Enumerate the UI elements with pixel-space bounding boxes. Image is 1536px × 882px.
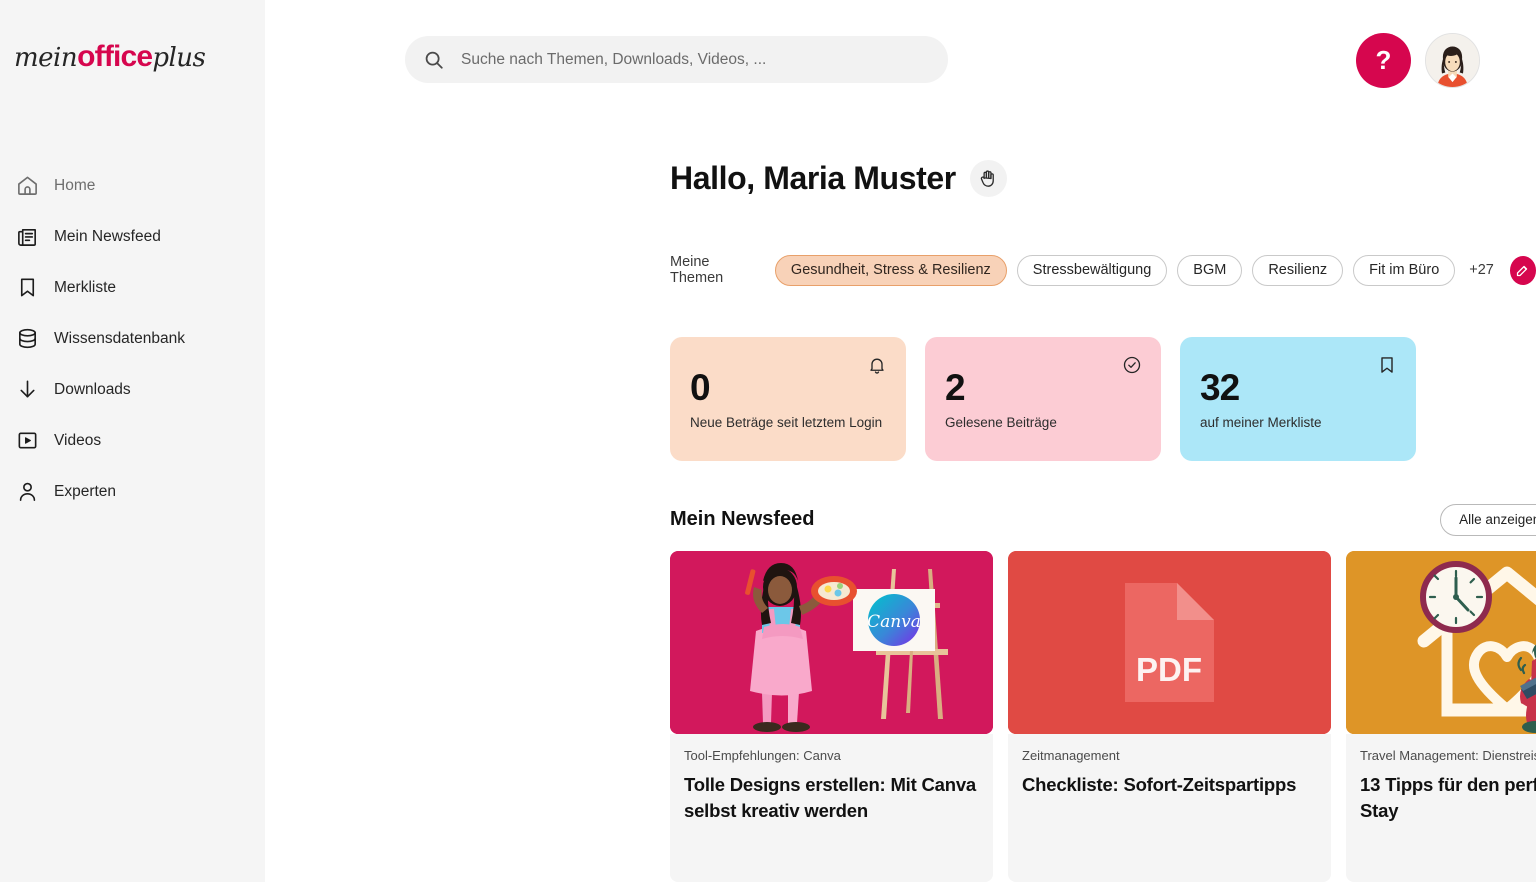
search-input[interactable]: [461, 50, 930, 69]
topic-chip-fit-im-buero[interactable]: Fit im Büro: [1353, 254, 1456, 286]
search-icon: [423, 49, 445, 71]
topics-more-count[interactable]: +27: [1469, 262, 1494, 278]
logo-part-office: office: [77, 40, 153, 73]
sidebar-item-downloads[interactable]: Downloads: [0, 364, 265, 415]
sidebar-nav: Home Mein Newsfeed Merkliste Wissensdate…: [0, 160, 265, 517]
stat-caption: Neue Beträge seit letztem Login: [690, 415, 883, 430]
stat-cards: 0 Neue Beträge seit letztem Login 2 Gele…: [670, 337, 1416, 461]
topic-chip-stressbewaeltigung[interactable]: Stressbewältigung: [1016, 254, 1168, 286]
top-bar: ?: [265, 0, 1536, 118]
newspaper-icon: [14, 224, 40, 250]
svg-text:PDF: PDF: [1136, 651, 1202, 688]
newsfeed-card-title: Checkliste: Sofort-Zeitspartipps: [1022, 774, 1297, 795]
waving-hand-icon: [969, 160, 1007, 197]
sidebar: meinofficeplus Home Mein Newsfeed Merkli: [0, 0, 265, 882]
avatar-illustration: [1426, 34, 1479, 87]
greeting: Hallo, Maria Muster: [670, 160, 1007, 197]
stat-card-gelesene-beitraege[interactable]: 2 Gelesene Beiträge: [925, 337, 1161, 461]
search-bar[interactable]: [405, 36, 948, 83]
topic-chip-bgm[interactable]: BGM: [1177, 254, 1243, 286]
show-all-button[interactable]: Alle anzeigen (61): [1440, 503, 1536, 536]
sidebar-item-label: Downloads: [54, 380, 131, 398]
newsfeed-card-title: Tolle Designs erstellen: Mit Canva selbs…: [684, 774, 977, 822]
avatar[interactable]: [1425, 33, 1480, 88]
logo-part-mein: mein: [14, 43, 78, 73]
stat-caption: auf meiner Merkliste: [1200, 415, 1322, 430]
page-title: Hallo, Maria Muster: [670, 160, 956, 196]
bookmark-icon: [1377, 355, 1398, 376]
stat-number: 0: [690, 367, 711, 408]
topics-row: Meine Themen Gesundheit, Stress & Resili…: [670, 254, 1536, 286]
newsfeed-card-canva[interactable]: Canva Tool-Empfehlungen: Canva Tolle Des…: [670, 551, 993, 882]
newsfeed-card-travel[interactable]: Travel Management: Dienstreisen 13 Tipps…: [1346, 551, 1536, 882]
sidebar-item-wissensdatenbank[interactable]: Wissensdatenbank: [0, 313, 265, 364]
sidebar-item-label: Merkliste: [54, 278, 117, 296]
check-circle-icon: [1122, 355, 1143, 376]
topics-label: Meine Themen: [670, 254, 724, 286]
stat-caption: Gelesene Beiträge: [945, 415, 1057, 430]
logo-part-plus: plus: [152, 43, 206, 73]
newsfeed-actions: Alle anzeigen (61): [1440, 502, 1536, 537]
bell-icon: [867, 355, 888, 376]
pdf-document-icon: PDF: [1008, 551, 1331, 734]
home-icon: [14, 173, 40, 199]
newsfeed-card-category: Zeitmanagement: [1022, 748, 1120, 763]
stat-card-merkliste[interactable]: 32 auf meiner Merkliste: [1180, 337, 1416, 461]
sidebar-item-label: Home: [54, 176, 96, 194]
sidebar-item-label: Mein Newsfeed: [54, 227, 161, 245]
app-root: meinofficeplus Home Mein Newsfeed Merkli: [0, 0, 1536, 882]
help-button[interactable]: ?: [1356, 33, 1411, 88]
database-icon: [14, 326, 40, 352]
main-content: ? Hallo, Maria Muster: [265, 0, 1536, 882]
sidebar-item-videos[interactable]: Videos: [0, 415, 265, 466]
newsfeed-card-body: Tool-Empfehlungen: Canva Tolle Designs e…: [670, 734, 993, 882]
sidebar-item-merkliste[interactable]: Merkliste: [0, 262, 265, 313]
sidebar-item-experten[interactable]: Experten: [0, 466, 265, 517]
svg-text:Canva: Canva: [867, 612, 921, 632]
home-office-clock-illustration: [1346, 551, 1536, 734]
brand-logo[interactable]: meinofficeplus: [14, 40, 206, 73]
topic-chip-gesundheit[interactable]: Gesundheit, Stress & Resilienz: [774, 254, 1007, 286]
video-play-icon: [14, 428, 40, 454]
sidebar-item-label: Experten: [54, 482, 117, 500]
stat-card-neue-beitraege[interactable]: 0 Neue Beträge seit letztem Login: [670, 337, 906, 461]
newsfeed-card-zeitmanagement[interactable]: PDF Zeitmanagement Checkliste: Sofort-Ze…: [1008, 551, 1331, 882]
sidebar-item-label: Videos: [54, 431, 102, 449]
edit-topics-button[interactable]: [1509, 255, 1536, 285]
person-icon: [14, 479, 40, 505]
newsfeed-card-category: Travel Management: Dienstreisen: [1360, 748, 1536, 763]
sidebar-item-label: Wissensdatenbank: [54, 329, 185, 347]
newsfeed-header: Mein Newsfeed Alle anzeigen (61): [670, 502, 1536, 537]
newsfeed-card-body: Travel Management: Dienstreisen 13 Tipps…: [1346, 734, 1536, 882]
stat-number: 2: [945, 367, 966, 408]
download-arrow-icon: [14, 377, 40, 403]
edit-pencil-icon: [1515, 263, 1530, 278]
newsfeed-card-title: 13 Tipps für den perfekten Long Stay: [1360, 774, 1536, 822]
sidebar-item-mein-newsfeed[interactable]: Mein Newsfeed: [0, 211, 265, 262]
canva-artist-illustration: Canva: [670, 551, 993, 734]
bookmark-icon: [14, 275, 40, 301]
sidebar-item-home[interactable]: Home: [0, 160, 265, 211]
newsfeed-title: Mein Newsfeed: [670, 508, 815, 530]
newsfeed-card-body: Zeitmanagement Checkliste: Sofort-Zeitsp…: [1008, 734, 1331, 882]
newsfeed-card-category: Tool-Empfehlungen: Canva: [684, 748, 841, 763]
newsfeed-carousel: Canva Tool-Empfehlungen: Canva Tolle Des…: [670, 551, 1536, 882]
topic-chip-resilienz[interactable]: Resilienz: [1252, 254, 1344, 286]
stat-number: 32: [1200, 367, 1240, 408]
